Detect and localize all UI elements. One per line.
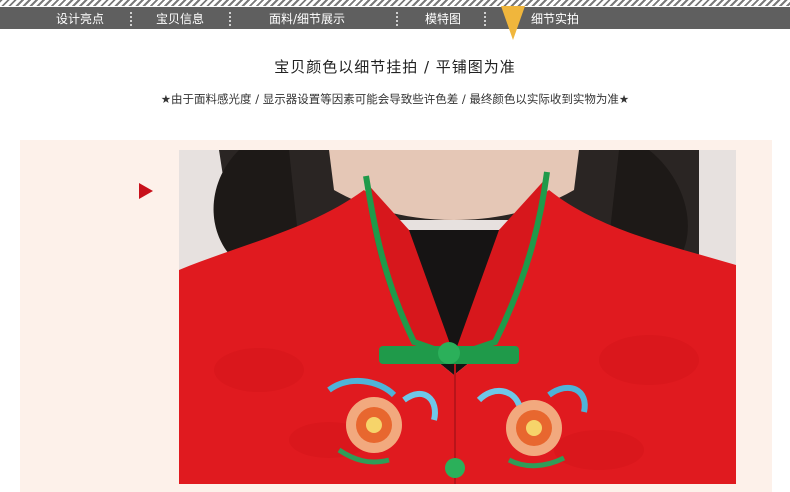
nav-separator	[396, 12, 400, 26]
section-marker-arrow-icon	[139, 183, 153, 199]
nav-band	[0, 7, 790, 29]
nav-item-design-highlights[interactable]: 设计亮点	[56, 10, 104, 28]
color-disclaimer-note: ★由于面料感光度 / 显示器设置等因素可能会导致些许色差 / 最终颜色以实际收到…	[160, 92, 630, 106]
section-heading: 宝贝颜色以细节挂拍 / 平铺图为准	[274, 58, 516, 76]
nav-separator	[229, 12, 233, 26]
nav-item-detail-shots[interactable]: 细节实拍	[531, 10, 579, 28]
nav-item-model-photos[interactable]: 模特图	[425, 10, 461, 28]
nav-item-fabric-details[interactable]: 面料/细节展示	[269, 10, 345, 28]
nav-separator	[484, 12, 488, 26]
product-detail-photo	[179, 150, 736, 484]
nav-item-product-info[interactable]: 宝贝信息	[156, 10, 204, 28]
nav-separator	[130, 12, 134, 26]
top-navigation-bar: 设计亮点 宝贝信息 面料/细节展示 模特图 细节实拍	[0, 0, 790, 40]
active-nav-pointer-icon	[501, 6, 525, 40]
decorative-stripe-border	[0, 0, 790, 6]
